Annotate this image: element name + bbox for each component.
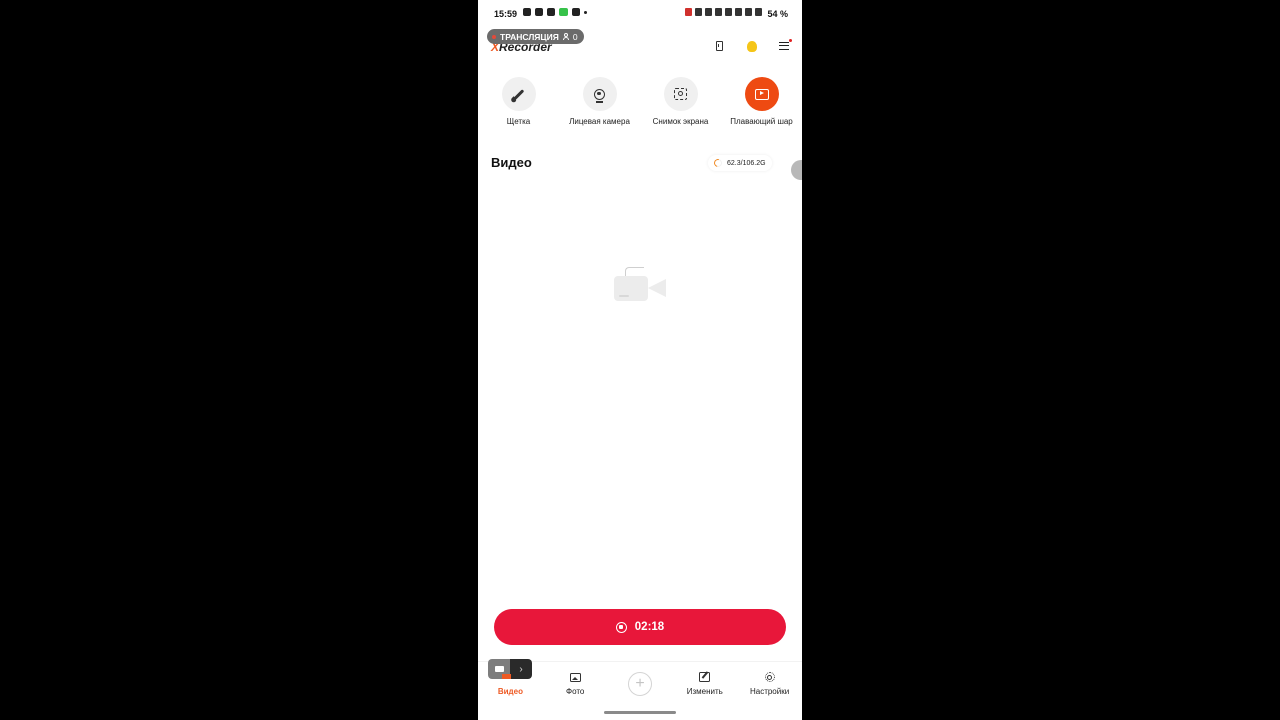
nav-settings[interactable]: Настройки [737,662,802,708]
more-notifications-icon [584,10,587,14]
home-indicator[interactable] [604,711,676,714]
signal-icon [735,8,742,16]
stop-recording-button[interactable]: 02:18 [494,609,786,645]
system-icons [685,8,762,16]
bluetooth-icon [705,8,712,16]
nav-label: Фото [566,687,585,696]
alarm-icon [715,8,722,16]
tool-label: Щетка [506,117,531,126]
tool-label: Снимок экрана [652,117,709,126]
storage-indicator[interactable]: 62.3/106.2G [708,155,772,171]
tool-face-camera[interactable]: Лицевая камера [559,77,640,126]
tool-label: Лицевая камера [569,117,630,126]
floating-ball-handle[interactable] [791,160,802,180]
app-notification-icon [559,8,568,16]
screenshot-icon [674,88,687,100]
tool-label: Плавающий шар [730,117,793,126]
chevron-right-icon[interactable]: › [510,659,532,679]
storage-ring-icon [712,157,724,169]
signal-2-icon [745,8,752,16]
viewer-count-value: 0 [572,31,578,42]
nav-label: Видео [497,687,523,696]
menu-badge [789,39,792,42]
tool-screenshot[interactable]: Снимок экрана [640,77,721,126]
nav-label: Настройки [749,687,790,696]
broadcast-pill[interactable]: ТРАНСЛЯЦИЯ 0 [487,29,584,44]
status-time: 15:59 [494,9,518,19]
floating-ball-icon [754,88,769,100]
floating-ball-button[interactable] [744,77,779,111]
viewers-icon [562,33,571,40]
nav-add[interactable]: + [608,662,673,708]
wifi-icon [725,8,732,16]
face-camera-button[interactable] [582,77,617,111]
recording-timer: 02:18 [634,621,665,633]
plus-icon: + [627,672,652,696]
gear-icon [763,670,777,684]
mute-icon [695,8,702,16]
notification-icons [523,8,587,16]
storage-value: 62.3/106.2G [727,159,766,167]
webcam-icon [594,88,605,103]
storage-notification-icon [572,8,580,16]
tool-brush[interactable]: Щетка [478,77,559,126]
nav-edit[interactable]: Изменить [672,662,737,708]
battery-percent: 54 % [767,9,788,19]
screenshot-button[interactable] [663,77,698,111]
live-dot-icon [492,34,496,39]
clipboard-icon[interactable] [711,38,727,54]
stop-icon [615,621,627,633]
battery-icon [755,8,762,16]
chat-notification-icon [523,8,531,16]
nav-photo[interactable]: Фото [543,662,608,708]
phone-screen: 15:59 54 % ТРАНСЛЯЦИЯ 0 XRecorder Щетка … [478,0,802,720]
telegram-icon [535,8,543,16]
cast-icon [685,8,692,16]
brush-button[interactable] [501,77,536,111]
tool-floating-ball[interactable]: Плавающий шар [721,77,802,126]
brush-icon [513,88,524,100]
broadcast-label: ТРАНСЛЯЦИЯ [500,31,559,42]
bulb-icon[interactable] [744,38,760,54]
viewer-count: 0 [562,31,578,42]
tools-row: Щетка Лицевая камера Снимок экрана Плава… [478,77,802,126]
nav-label: Изменить [686,687,723,696]
section-title: Видео [491,155,532,170]
edit-icon [698,670,712,684]
empty-video-camera-icon [613,265,669,305]
status-bar: 15:59 54 % [478,0,802,28]
chat-accent [502,674,511,679]
sim-icon [547,8,555,16]
photo-icon [568,670,582,684]
